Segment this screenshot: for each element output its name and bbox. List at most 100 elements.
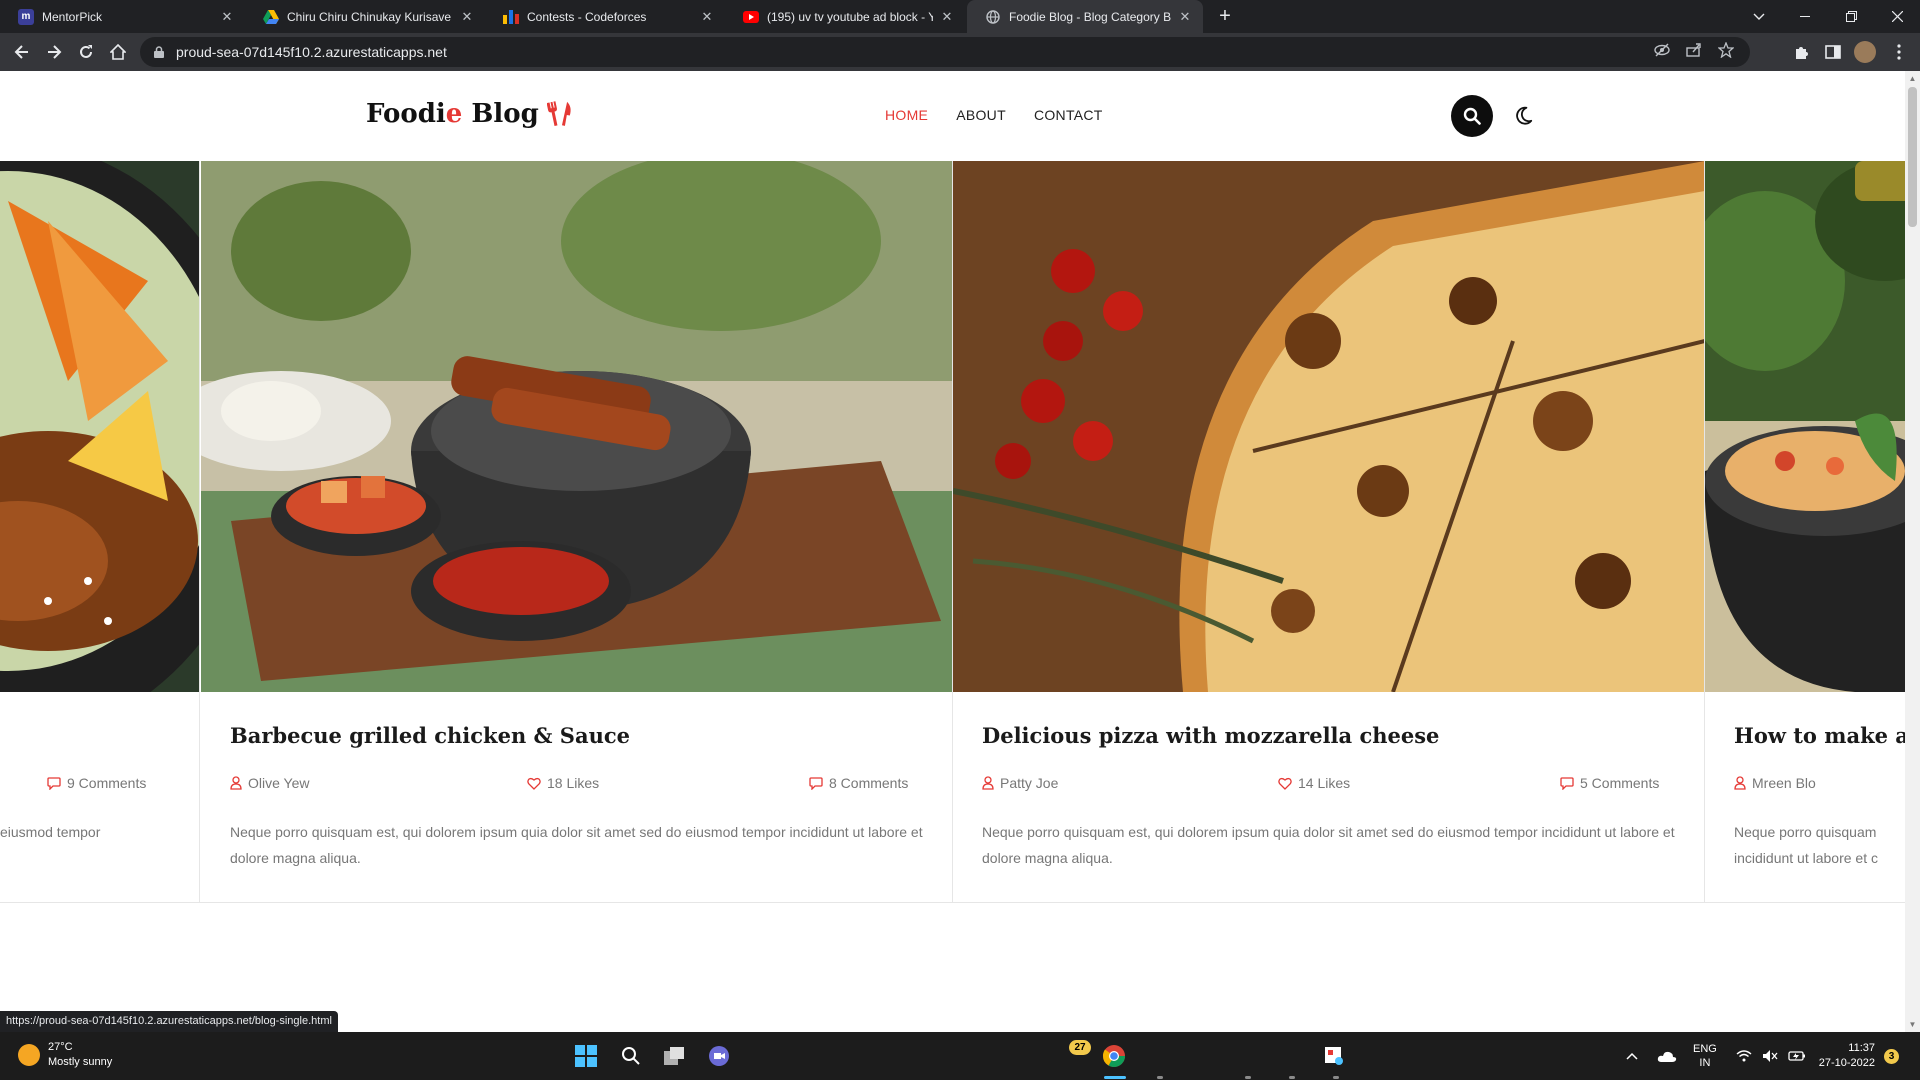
url-text: proud-sea-07d145f10.2.azurestaticapps.ne… <box>176 44 447 60</box>
scroll-down-arrow-icon[interactable]: ▼ <box>1905 1017 1920 1032</box>
tab-drive-song[interactable]: Chiru Chiru Chinukay Kurisave Song ✕ <box>245 0 485 33</box>
post-author[interactable]: Olive Yew <box>230 775 309 791</box>
scroll-up-arrow-icon[interactable]: ▲ <box>1905 71 1920 86</box>
window-close-button[interactable] <box>1874 0 1920 33</box>
likes-count: 18 Likes <box>547 775 600 791</box>
tab-foodie-blog[interactable]: Foodie Blog - Blog Category Boot ✕ <box>967 0 1203 33</box>
post-likes[interactable]: 14 Likes <box>1278 775 1350 791</box>
comment-icon <box>1560 776 1574 790</box>
snipping-tool-icon[interactable] <box>1318 1040 1350 1072</box>
tab-title: (195) uv tv youtube ad block - YouTube <box>767 9 933 24</box>
user-icon <box>1734 776 1746 790</box>
nav-about[interactable]: ABOUT <box>956 107 1006 123</box>
post-image-salad[interactable] <box>1705 161 1905 692</box>
home-icon[interactable] <box>104 38 132 66</box>
site-header: Foodi e Blog HOME ABOUT CONTACT <box>0 71 1905 161</box>
close-icon[interactable]: ✕ <box>939 9 955 25</box>
tab-title: MentorPick <box>42 9 103 24</box>
chrome-taskbar-icon[interactable] <box>1098 1040 1130 1072</box>
tab-title: Chiru Chiru Chinukay Kurisave Song <box>287 9 453 24</box>
teams-chat-icon[interactable] <box>703 1040 735 1072</box>
chrome-menu-icon[interactable] <box>1885 38 1913 66</box>
post-image-pizza[interactable] <box>953 161 1704 692</box>
close-icon[interactable]: ✕ <box>459 9 475 25</box>
close-icon[interactable]: ✕ <box>699 9 715 25</box>
user-icon <box>982 776 994 790</box>
nav-contact[interactable]: CONTACT <box>1034 107 1103 123</box>
system-tray-icons[interactable] <box>1736 1032 1806 1080</box>
codeforces-icon <box>503 9 519 25</box>
tab-search-icon[interactable] <box>1736 0 1782 33</box>
post-excerpt: Neque porro quisquam est, qui dolorem ip… <box>982 824 1675 866</box>
clock-date: 27-10-2022 <box>1818 1057 1875 1069</box>
post-title[interactable]: Barbecue grilled chicken & Sauce <box>230 723 630 748</box>
post-image-barbecue[interactable] <box>201 161 952 692</box>
search-button[interactable] <box>1451 95 1493 137</box>
post-card[interactable]: Barbecue grilled chicken & Sauce Olive Y… <box>201 161 953 903</box>
post-likes[interactable]: 18 Likes <box>527 775 599 791</box>
scrollbar-thumb[interactable] <box>1908 87 1917 227</box>
clock[interactable]: 11:37 27-10-2022 <box>1815 1032 1875 1080</box>
post-card[interactable]: How to make a qu Mreen Blo Neque porro q… <box>1705 161 1905 903</box>
browser-tab-strip: m MentorPick ✕ Chiru Chiru Chinukay Kuri… <box>0 0 1920 33</box>
post-author[interactable]: Mreen Blo <box>1734 775 1816 791</box>
windows-start-icon[interactable] <box>570 1040 602 1072</box>
logo-accent-letter: e <box>445 99 463 129</box>
site-logo[interactable]: Foodi e Blog <box>366 99 573 129</box>
tab-codeforces[interactable]: Contests - Codeforces ✕ <box>485 0 725 33</box>
fork-knife-icon <box>546 100 573 128</box>
taskbar-search-icon[interactable] <box>615 1040 647 1072</box>
running-app-indicator <box>1289 1076 1295 1079</box>
post-comments[interactable]: 5 Comments <box>1560 775 1659 791</box>
minimize-button[interactable] <box>1782 0 1828 33</box>
post-image-salad-bowl[interactable] <box>0 161 199 692</box>
dark-mode-toggle[interactable] <box>1512 101 1542 131</box>
page-scrollbar[interactable]: ▲ ▼ <box>1905 71 1920 1032</box>
task-view-icon[interactable] <box>659 1040 691 1072</box>
close-icon[interactable]: ✕ <box>219 9 235 25</box>
author-name: Olive Yew <box>248 775 310 791</box>
onedrive-cloud-icon[interactable] <box>1657 1032 1677 1080</box>
side-panel-icon[interactable] <box>1819 38 1847 66</box>
post-title[interactable]: Delicious pizza with mozzarella cheese <box>982 723 1439 748</box>
profile-avatar[interactable] <box>1854 41 1876 63</box>
post-excerpt: Neque porro quisquam incididunt ut labor… <box>1734 824 1878 866</box>
author-name: Patty Joe <box>1000 775 1059 791</box>
tab-youtube[interactable]: (195) uv tv youtube ad block - YouTube ✕ <box>725 0 965 33</box>
address-bar[interactable]: proud-sea-07d145f10.2.azurestaticapps.ne… <box>140 37 1750 67</box>
logo-text-rest: Blog <box>462 99 539 129</box>
weather-sun-icon <box>18 1044 40 1066</box>
new-tab-button[interactable]: + <box>1213 5 1237 29</box>
post-comments[interactable]: 8 Comments <box>809 775 908 791</box>
tab-mentorpick[interactable]: m MentorPick ✕ <box>0 0 245 33</box>
post-card[interactable]: 9 Comments eiusmod tempor <box>0 161 200 903</box>
post-card[interactable]: Delicious pizza with mozzarella cheese P… <box>953 161 1705 903</box>
share-icon[interactable] <box>1686 42 1702 62</box>
eye-off-icon[interactable] <box>1654 43 1670 62</box>
bookmark-star-icon[interactable] <box>1717 40 1735 63</box>
show-hidden-icons-chevron-icon[interactable] <box>1626 1032 1638 1080</box>
running-app-indicator <box>1245 1076 1251 1079</box>
lock-icon[interactable] <box>154 46 164 58</box>
restore-button[interactable] <box>1828 0 1874 33</box>
extensions-puzzle-icon[interactable] <box>1787 38 1815 66</box>
post-excerpt: Neque porro quisquam est, qui dolorem ip… <box>230 824 923 866</box>
input-language[interactable]: ENG IN <box>1693 1032 1717 1080</box>
tab-title: Foodie Blog - Blog Category Boot <box>1009 9 1171 24</box>
heart-icon <box>1278 777 1292 790</box>
battery-charging-icon <box>1788 1051 1805 1061</box>
back-arrow-icon[interactable] <box>8 38 36 66</box>
weather-status: Mostly sunny <box>48 1056 113 1068</box>
post-title[interactable]: How to make a qu <box>1734 723 1905 748</box>
running-app-indicator <box>1157 1076 1163 1079</box>
notification-center-badge[interactable]: 3 <box>1884 1049 1899 1064</box>
post-author[interactable]: Patty Joe <box>982 775 1058 791</box>
post-comments[interactable]: 9 Comments <box>47 775 146 791</box>
reload-icon[interactable] <box>72 38 100 66</box>
close-icon[interactable]: ✕ <box>1177 9 1193 25</box>
comments-count: 9 Comments <box>67 775 147 791</box>
weather-widget[interactable]: 27°C Mostly sunny <box>18 1040 112 1070</box>
likes-count: 14 Likes <box>1298 775 1351 791</box>
forward-arrow-icon[interactable] <box>40 38 68 66</box>
nav-home[interactable]: HOME <box>885 107 928 123</box>
